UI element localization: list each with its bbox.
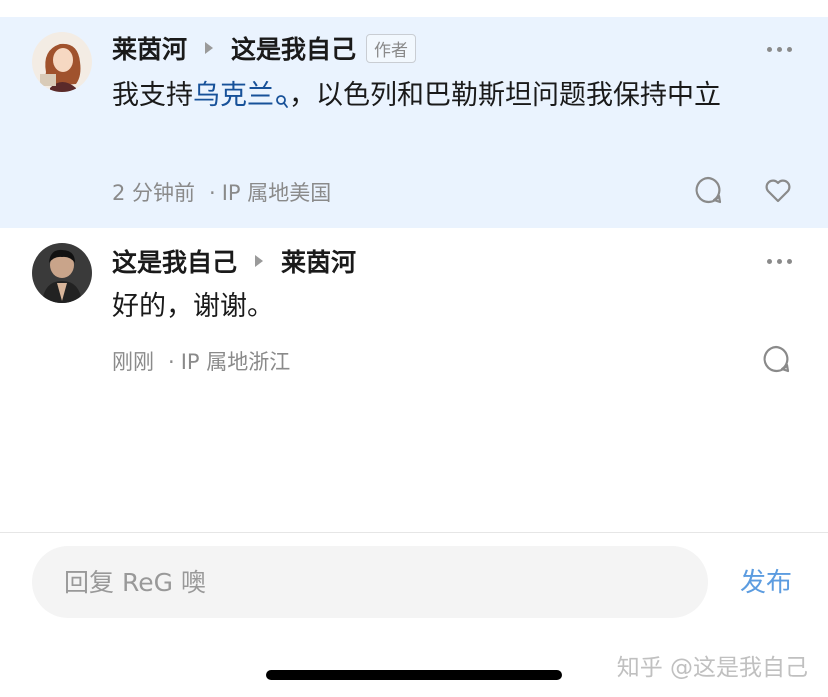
comment-icon[interactable] (693, 175, 723, 205)
author-name[interactable]: 莱茵河 (112, 30, 187, 66)
author-tag: 作者 (366, 33, 417, 63)
comment-text: ，以色列和巴勒斯坦问题我保持中立 (289, 80, 721, 111)
home-indicator[interactable] (266, 670, 562, 680)
more-icon[interactable] (767, 259, 792, 264)
comment-location: IP 属地浙江 (180, 350, 291, 374)
search-link-icon (275, 81, 289, 123)
comment-content: 我支持乌克兰 ，以色列和巴勒斯坦问题我保持中立 (112, 75, 792, 123)
watermark: 知乎 @这是我自己 (616, 655, 808, 681)
comment-icon[interactable] (761, 344, 791, 374)
reply-arrow-icon (255, 255, 264, 267)
reply-to-name[interactable]: 这是我自己 (231, 30, 356, 66)
comment-content: 好的，谢谢。 (112, 291, 274, 322)
author-name[interactable]: 这是我自己 (112, 243, 237, 279)
reply-input[interactable] (64, 546, 664, 618)
avatar[interactable] (32, 32, 92, 92)
heart-icon[interactable] (763, 175, 793, 205)
comment-text: 我支持 (112, 80, 193, 111)
comment-header: 这是我自己 莱茵河 (112, 244, 356, 278)
comment-meta: 刚刚 · IP 属地浙江 (112, 346, 290, 376)
meta-separator: · (209, 181, 216, 205)
comment-time: 2 分钟前 (112, 181, 196, 205)
comment-time: 刚刚 (112, 350, 154, 374)
comment-link[interactable]: 乌克兰 (193, 80, 274, 111)
reply-box[interactable] (32, 546, 708, 618)
comment-header: 莱茵河 这是我自己 作者 (112, 30, 417, 66)
comment-location: IP 属地美国 (221, 181, 332, 205)
divider (0, 532, 828, 533)
comment-item-1: 莱茵河 这是我自己 作者 我支持乌克兰 ，以色列和巴勒斯坦问题我保持中立 2 分钟… (0, 17, 828, 228)
comment-meta: 2 分钟前 · IP 属地美国 (112, 177, 331, 207)
comment-item-2: 这是我自己 莱茵河 好的，谢谢。 刚刚 · IP 属地浙江 (0, 228, 828, 388)
more-icon[interactable] (767, 47, 792, 52)
avatar[interactable] (32, 243, 92, 303)
publish-button[interactable]: 发布 (740, 562, 792, 599)
reply-to-name[interactable]: 莱茵河 (281, 243, 356, 279)
meta-separator: · (168, 350, 175, 374)
reply-arrow-icon (205, 42, 214, 54)
